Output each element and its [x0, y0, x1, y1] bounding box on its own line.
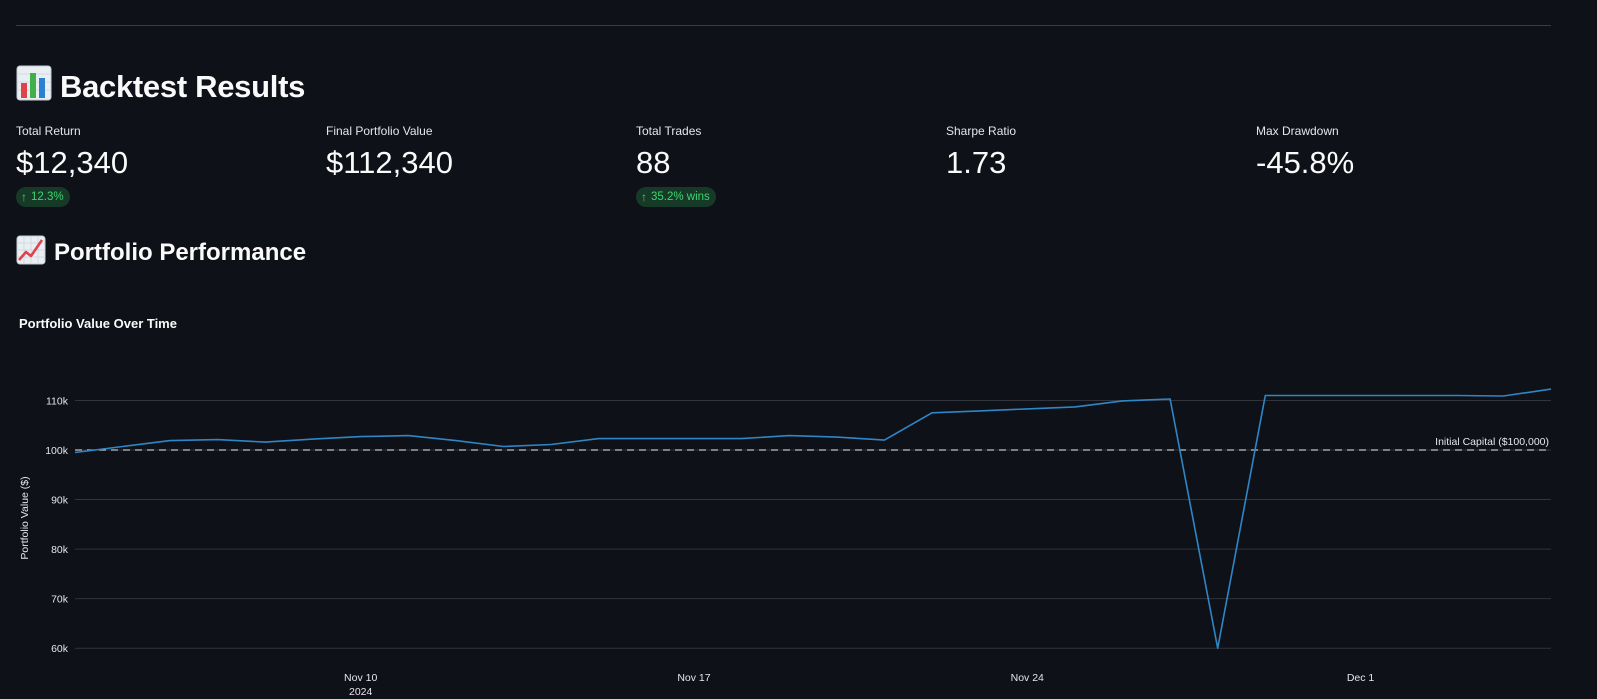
- y-tick-label: 90k: [51, 495, 69, 507]
- portfolio-value-chart: 60k 70k 80k 90k 100k 110k Initial Capital ($10…: [19, 388, 1552, 698]
- initial-capital-label: Initial Capital ($100,000): [1435, 436, 1549, 448]
- x-tick-label: Dec 1: [1347, 672, 1375, 684]
- portfolio-value-line: [74, 388, 1552, 650]
- y-axis-label: Portfolio Value ($): [19, 476, 31, 559]
- x-tick-label: Nov 10: [344, 672, 377, 684]
- y-tick-label: 70k: [51, 594, 69, 606]
- x-tick-sublabel: 2024: [349, 686, 373, 698]
- y-tick-label: 110k: [46, 395, 69, 407]
- x-tick-label: Nov 17: [677, 672, 710, 684]
- x-tick-label: Nov 24: [1011, 672, 1044, 684]
- y-tick-label: 80k: [51, 544, 69, 556]
- y-tick-label: 100k: [45, 445, 69, 457]
- y-tick-label: 60k: [51, 643, 69, 655]
